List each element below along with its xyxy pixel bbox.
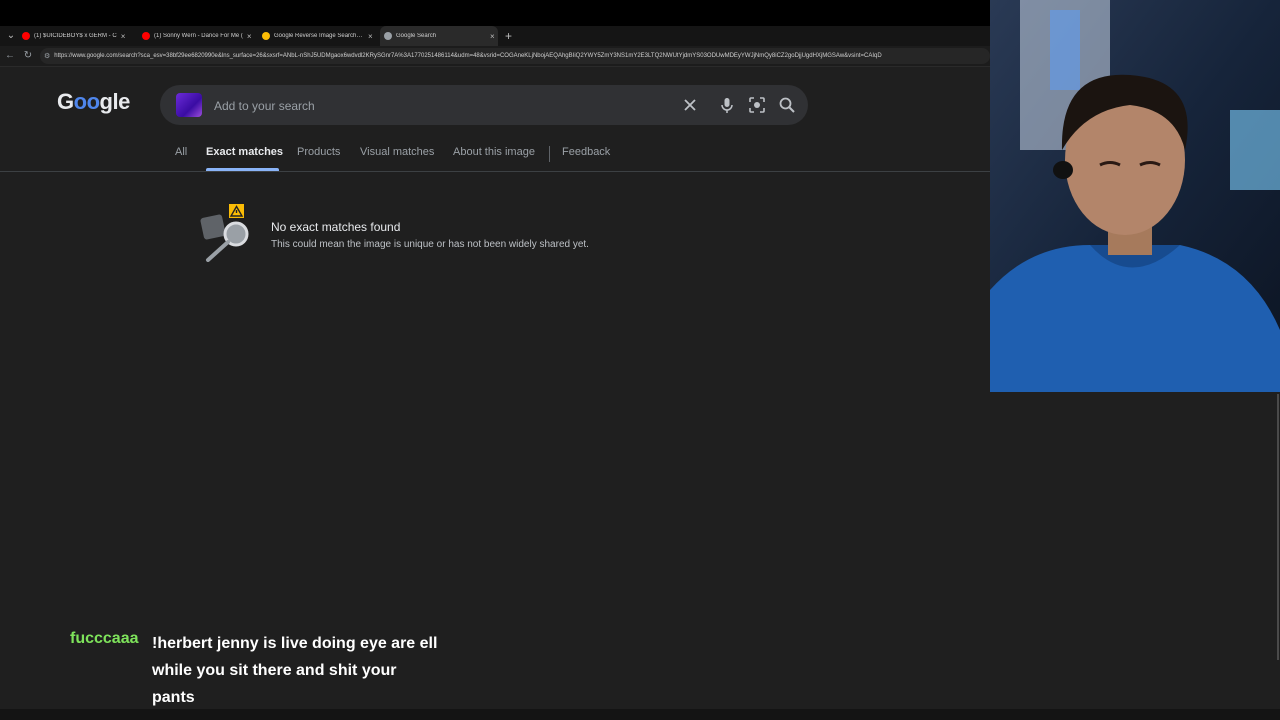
tab-divider	[549, 146, 550, 162]
tab-products[interactable]: Products	[297, 146, 340, 158]
tab-close-icon[interactable]: ×	[121, 32, 126, 41]
youtube-icon	[22, 32, 30, 40]
logo-letter: o	[73, 89, 87, 114]
webcam-overlay	[990, 0, 1280, 392]
favicon-icon	[262, 32, 270, 40]
tab-strip: ⌄ (1) $UICIDEBOY$ x GERM - C × (1) Sonny…	[0, 26, 990, 46]
no-matches-message: No exact matches found This could mean t…	[200, 202, 620, 272]
feedback-link[interactable]: Feedback	[562, 146, 610, 158]
search-input[interactable]	[212, 85, 656, 127]
new-tab-button[interactable]: +	[505, 27, 512, 45]
page-right-area	[990, 392, 1280, 720]
streamer-camera-feed	[990, 0, 1280, 392]
scrollbar[interactable]	[1277, 394, 1279, 660]
youtube-icon	[142, 32, 150, 40]
reload-icon[interactable]: ↻	[21, 49, 35, 63]
search-box	[160, 85, 808, 127]
tab-label: Google Reverse Image Search for	[274, 33, 364, 39]
tab-exact-matches[interactable]: Exact matches	[206, 146, 283, 158]
search-icon[interactable]	[777, 95, 797, 115]
tab-suicideboys[interactable]: (1) $UICIDEBOY$ x GERM - C ×	[22, 26, 138, 46]
results-tab-bar: All Exact matches Products Visual matche…	[0, 137, 990, 172]
address-bar[interactable]: ⚙ https://www.google.com/search?sca_esv=…	[40, 48, 990, 64]
tab-visual-matches[interactable]: Visual matches	[360, 146, 434, 158]
google-logo[interactable]: Google	[57, 89, 130, 115]
close-icon[interactable]	[680, 95, 700, 115]
tab-search-chevron-icon[interactable]: ⌄	[4, 29, 18, 43]
logo-letter: g	[99, 89, 113, 114]
tab-close-icon[interactable]: ×	[490, 32, 495, 41]
tab-label: (1) Sonny Wern - Dance For Me (	[154, 33, 243, 39]
tab-label: Google Search	[396, 33, 437, 39]
tab-close-icon[interactable]: ×	[368, 32, 373, 41]
tab-sonny-wern[interactable]: (1) Sonny Wern - Dance For Me ( ×	[142, 26, 258, 46]
google-lens-icon[interactable]	[747, 95, 767, 115]
window-top-bar	[0, 0, 990, 26]
google-results-page: Google All Exact matches Products Visual…	[0, 67, 990, 720]
tab-label: (1) $UICIDEBOY$ x GERM - C	[34, 33, 117, 39]
magnifier-warning-icon	[200, 204, 249, 262]
tab-google-search[interactable]: Google Search ×	[380, 26, 498, 46]
url-text: https://www.google.com/search?sca_esv=38…	[54, 53, 882, 59]
microphone-icon[interactable]	[717, 95, 737, 115]
address-row: ← ↻ ⚙ https://www.google.com/search?sca_…	[0, 46, 990, 67]
result-title: No exact matches found	[271, 220, 401, 234]
active-tab-indicator	[206, 168, 279, 171]
google-favicon-icon	[384, 32, 392, 40]
logo-letter: o	[86, 89, 100, 114]
search-image-thumbnail[interactable]	[176, 93, 202, 117]
site-info-icon[interactable]: ⚙	[44, 52, 50, 60]
tab-close-icon[interactable]: ×	[247, 32, 252, 41]
chat-username: fucccaaa	[70, 630, 139, 647]
logo-letter: e	[118, 89, 130, 114]
result-description: This could mean the image is unique or h…	[271, 239, 589, 250]
bottom-strip	[0, 709, 1280, 720]
chat-message: !herbert jenny is live doing eye are ell…	[152, 635, 438, 706]
tab-about-this-image[interactable]: About this image	[453, 146, 535, 158]
tab-reverse-image-search[interactable]: Google Reverse Image Search for ×	[262, 26, 378, 46]
back-arrow-icon[interactable]: ←	[3, 49, 17, 63]
logo-letter: G	[57, 89, 74, 114]
tab-all[interactable]: All	[175, 146, 187, 158]
